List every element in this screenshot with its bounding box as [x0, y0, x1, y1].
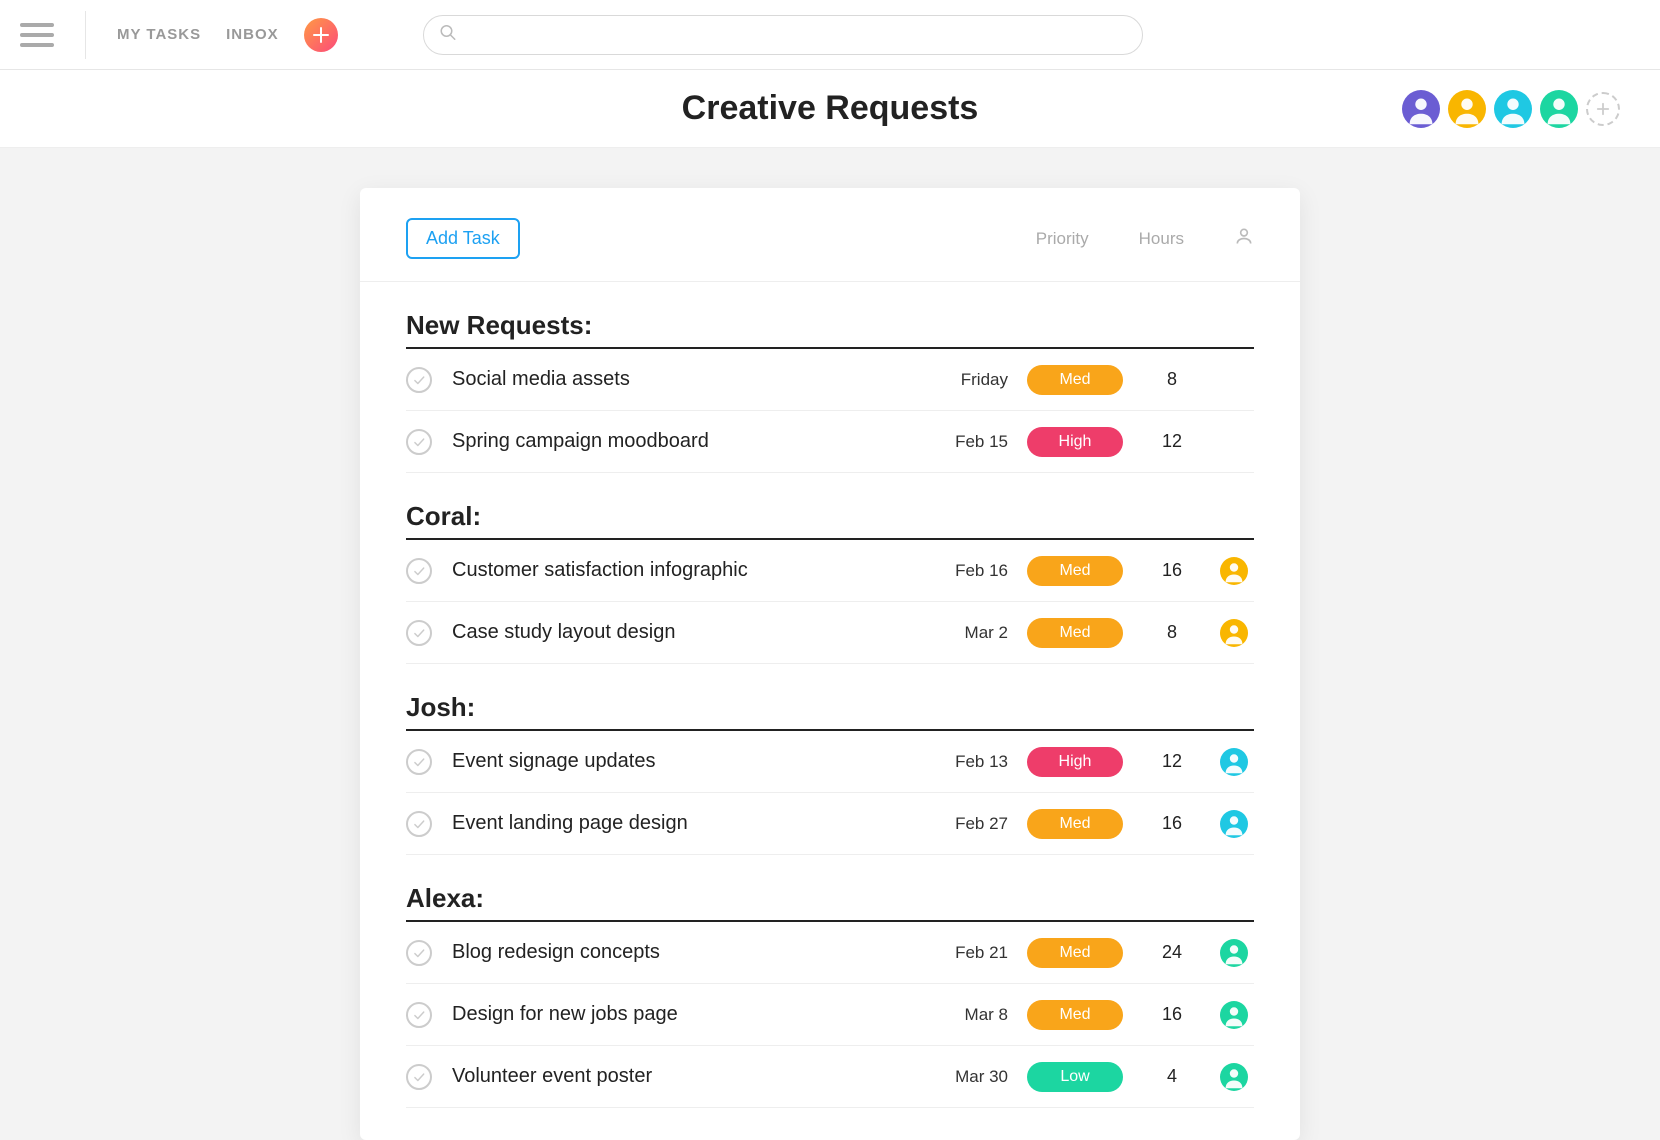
member-avatar[interactable] [1448, 90, 1486, 128]
complete-checkbox[interactable] [406, 620, 432, 646]
page-title: Creative Requests [682, 89, 979, 128]
task-name: Case study layout design [452, 621, 906, 644]
member-avatar[interactable] [1494, 90, 1532, 128]
complete-checkbox[interactable] [406, 1064, 432, 1090]
complete-checkbox[interactable] [406, 558, 432, 584]
task-name: Event landing page design [452, 812, 906, 835]
person-icon [1234, 226, 1254, 251]
task-row[interactable]: Blog redesign concepts Feb 21 Med 24 [406, 922, 1254, 984]
due-date: Feb 16 [918, 561, 1008, 581]
new-item-button[interactable] [304, 18, 338, 52]
menu-icon[interactable] [20, 18, 54, 52]
col-priority-header: Priority [1036, 229, 1089, 249]
priority-pill[interactable]: Med [1027, 556, 1123, 586]
task-row[interactable]: Event landing page design Feb 27 Med 16 [406, 793, 1254, 855]
complete-checkbox[interactable] [406, 749, 432, 775]
assignee-avatar[interactable] [1220, 1063, 1248, 1091]
task-name: Blog redesign concepts [452, 941, 906, 964]
assignee-avatar[interactable] [1220, 1001, 1248, 1029]
complete-checkbox[interactable] [406, 811, 432, 837]
task-section: Alexa: Blog redesign concepts Feb 21 Med 24 D… [360, 883, 1300, 1108]
title-bar: Creative Requests [0, 70, 1660, 148]
task-row[interactable]: Spring campaign moodboard Feb 15 High 12 [406, 411, 1254, 473]
task-row[interactable]: Event signage updates Feb 13 High 12 [406, 731, 1254, 793]
plus-icon [313, 27, 329, 43]
task-row[interactable]: Social media assets Friday Med 8 [406, 349, 1254, 411]
priority-pill[interactable]: Low [1027, 1062, 1123, 1092]
assignee-avatar[interactable] [1220, 619, 1248, 647]
due-date: Mar 8 [918, 1005, 1008, 1025]
task-name: Design for new jobs page [452, 1003, 906, 1026]
nav-inbox[interactable]: INBOX [226, 26, 279, 43]
due-date: Mar 2 [918, 623, 1008, 643]
due-date: Feb 21 [918, 943, 1008, 963]
board-header: Add Task Priority Hours [360, 208, 1300, 282]
complete-checkbox[interactable] [406, 1002, 432, 1028]
hours-value: 8 [1142, 369, 1202, 390]
due-date: Feb 15 [918, 432, 1008, 452]
task-row[interactable]: Customer satisfaction infographic Feb 16 M… [406, 540, 1254, 602]
section-title: Alexa: [406, 883, 1254, 922]
members-list [1402, 90, 1620, 128]
task-row[interactable]: Case study layout design Mar 2 Med 8 [406, 602, 1254, 664]
priority-pill[interactable]: High [1027, 747, 1123, 777]
due-date: Friday [918, 370, 1008, 390]
section-title: Josh: [406, 692, 1254, 731]
assignee-avatar [1220, 428, 1248, 456]
add-member-button[interactable] [1586, 92, 1620, 126]
assignee-avatar[interactable] [1220, 557, 1248, 585]
task-name: Spring campaign moodboard [452, 430, 906, 453]
due-date: Feb 13 [918, 752, 1008, 772]
task-name: Event signage updates [452, 750, 906, 773]
member-avatar[interactable] [1540, 90, 1578, 128]
task-section: New Requests: Social media assets Friday Me… [360, 310, 1300, 473]
top-nav: MY TASKS INBOX [0, 0, 1660, 70]
complete-checkbox[interactable] [406, 940, 432, 966]
task-board: Add Task Priority Hours New Requests:Soc… [360, 188, 1300, 1140]
hours-value: 12 [1142, 751, 1202, 772]
hours-value: 12 [1142, 431, 1202, 452]
nav-my-tasks[interactable]: MY TASKS [117, 26, 201, 43]
task-section: Josh:Event signage updatesFeb 13High12Ev… [360, 692, 1300, 855]
hours-value: 16 [1142, 1004, 1202, 1025]
complete-checkbox[interactable] [406, 367, 432, 393]
divider [85, 11, 86, 59]
assignee-avatar[interactable] [1220, 810, 1248, 838]
task-name: Social media assets [452, 368, 906, 391]
due-date: Feb 27 [918, 814, 1008, 834]
task-row[interactable]: Volunteer event poster Mar 30 Low 4 [406, 1046, 1254, 1108]
priority-pill[interactable]: Med [1027, 365, 1123, 395]
search-icon [439, 23, 457, 46]
task-name: Volunteer event poster [452, 1065, 906, 1088]
hours-value: 16 [1142, 560, 1202, 581]
due-date: Mar 30 [918, 1067, 1008, 1087]
hours-value: 8 [1142, 622, 1202, 643]
assignee-avatar[interactable] [1220, 939, 1248, 967]
hours-value: 24 [1142, 942, 1202, 963]
assignee-avatar[interactable] [1220, 748, 1248, 776]
add-task-button[interactable]: Add Task [406, 218, 520, 259]
section-title: Coral: [406, 501, 1254, 540]
priority-pill[interactable]: Med [1027, 1000, 1123, 1030]
content-area: Add Task Priority Hours New Requests:Soc… [0, 148, 1660, 1140]
member-avatar[interactable] [1402, 90, 1440, 128]
priority-pill[interactable]: Med [1027, 809, 1123, 839]
hours-value: 16 [1142, 813, 1202, 834]
task-row[interactable]: Design for new jobs page Mar 8 Med 16 [406, 984, 1254, 1046]
section-title: New Requests: [406, 310, 1254, 349]
task-name: Customer satisfaction infographic [452, 559, 906, 582]
hours-value: 4 [1142, 1066, 1202, 1087]
priority-pill[interactable]: Med [1027, 618, 1123, 648]
task-section: Coral: Customer satisfaction infographic F… [360, 501, 1300, 664]
column-headers: Priority Hours [1036, 226, 1254, 251]
priority-pill[interactable]: High [1027, 427, 1123, 457]
search-input[interactable] [423, 15, 1143, 55]
complete-checkbox[interactable] [406, 429, 432, 455]
assignee-avatar [1220, 366, 1248, 394]
priority-pill[interactable]: Med [1027, 938, 1123, 968]
col-hours-header: Hours [1139, 229, 1184, 249]
search-field [423, 15, 1143, 55]
